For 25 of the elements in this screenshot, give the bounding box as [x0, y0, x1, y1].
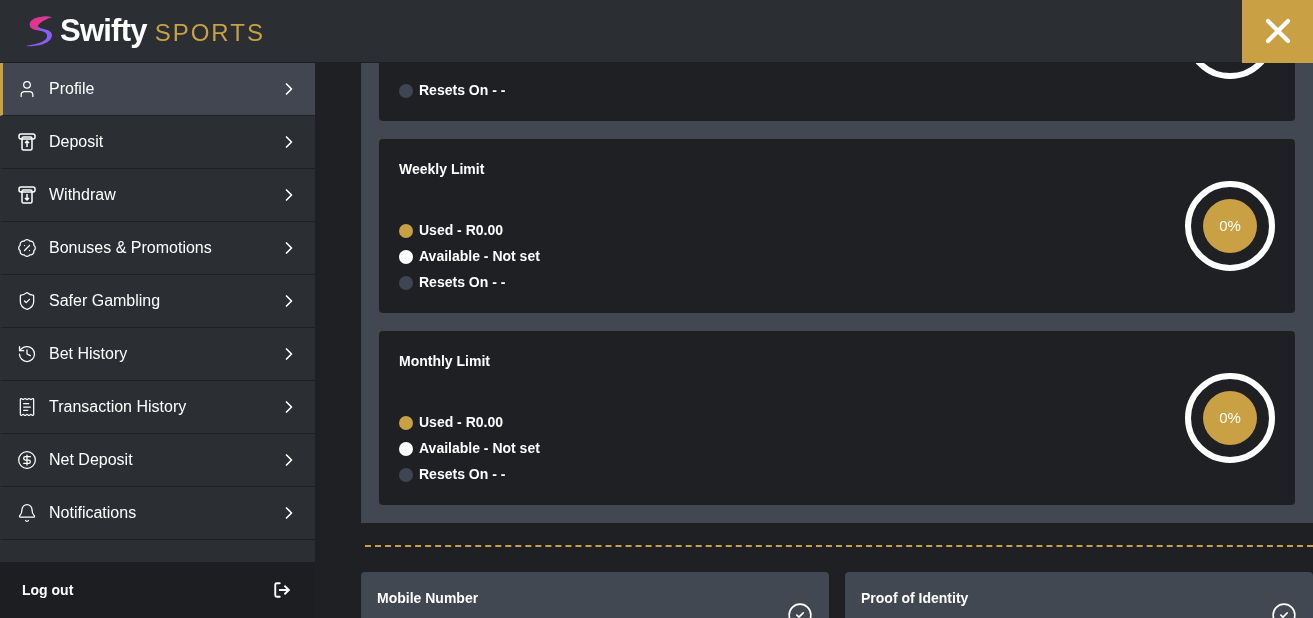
close-button[interactable] [1242, 0, 1313, 63]
receipt-icon [17, 397, 37, 417]
limit-row-text: Resets On - - [419, 273, 506, 292]
limit-title: Monthly Limit [399, 352, 491, 371]
sidebar-item[interactable]: Profile [0, 63, 315, 116]
coin-icon [17, 450, 37, 470]
limit-row-text: Available - Not set [419, 247, 540, 266]
withdraw-icon [17, 185, 37, 205]
logo-subtitle: SPORTS [154, 18, 265, 48]
limit-row-text: Resets On - - [419, 465, 506, 484]
limit-row-text: Used - R0.00 [419, 221, 504, 240]
verification-title: Proof of Identity [861, 589, 969, 608]
percent-badge-icon [17, 238, 37, 258]
deposit-icon [17, 132, 37, 152]
logo-wordmark: Swifty [60, 11, 147, 50]
limit-title: Weekly Limit [399, 160, 486, 179]
limit-row-text: Available - Not set [419, 439, 540, 458]
limit-row-text: Resets On - - [419, 81, 506, 100]
bell-icon [17, 503, 37, 523]
history-icon [17, 344, 37, 364]
limit-row-text: Used - R0.00 [419, 413, 504, 432]
verification-title: Mobile Number [377, 589, 479, 608]
shield-check-icon [17, 291, 37, 311]
logout-icon [273, 581, 291, 599]
logout-button[interactable]: Log out [0, 562, 315, 618]
